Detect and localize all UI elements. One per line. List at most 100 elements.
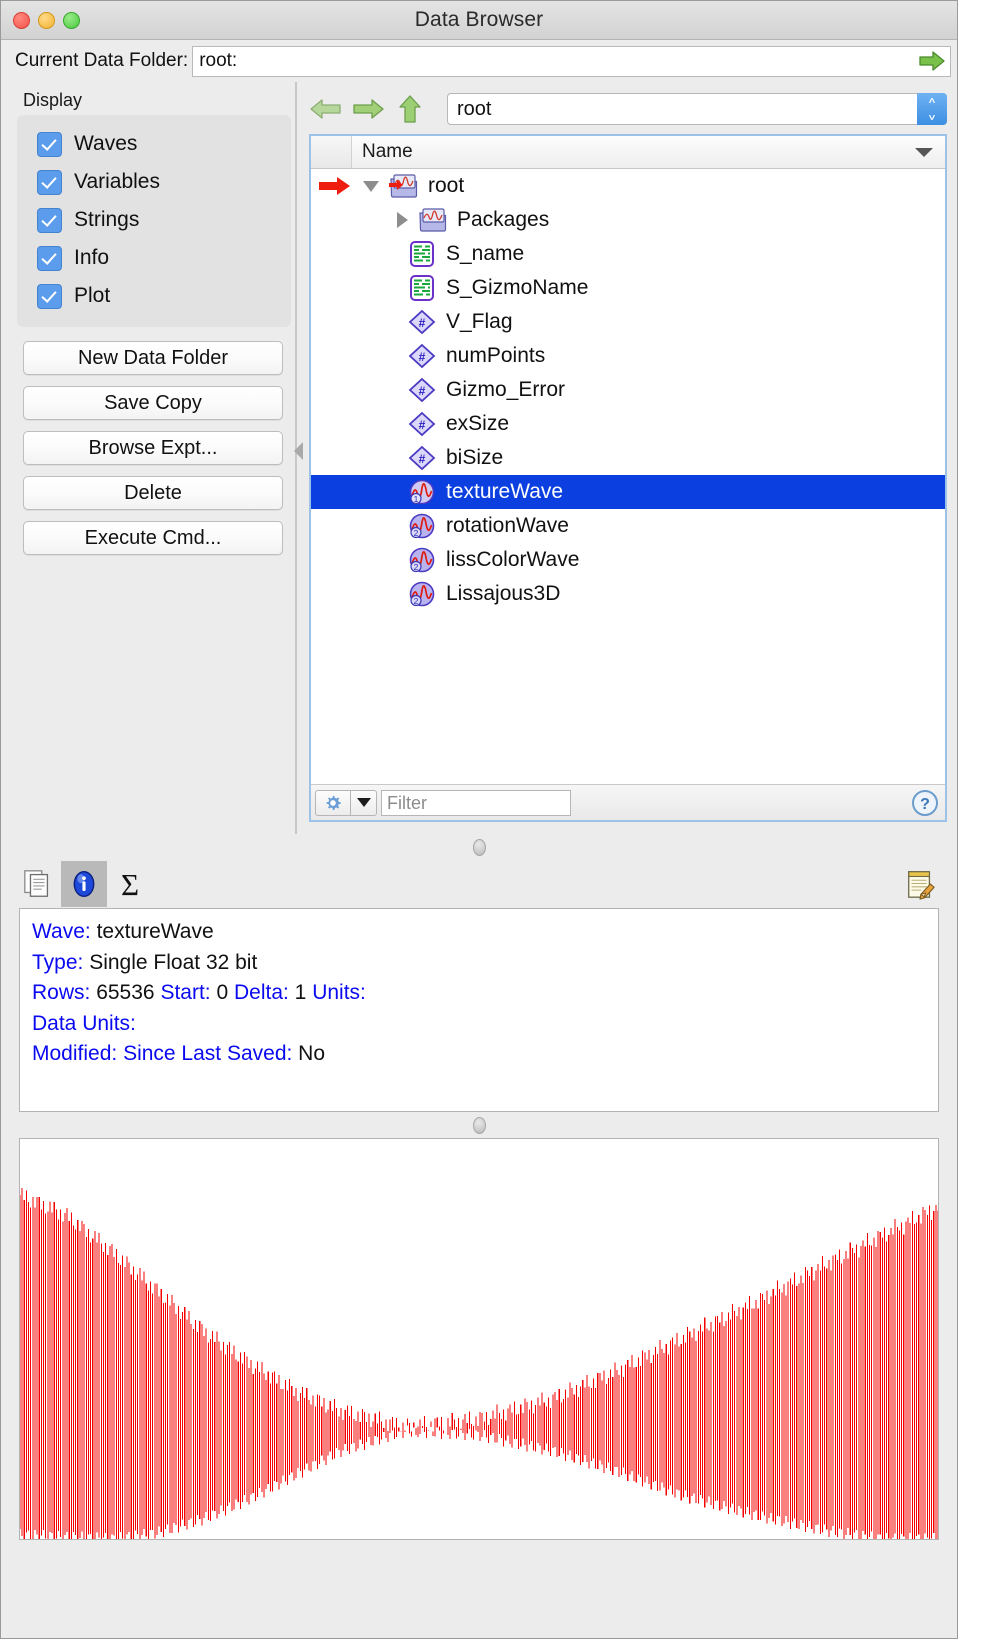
info-key-delta: Delta: [233,981,289,1004]
disclosure-triangle-packages[interactable] [397,212,408,228]
info-key-type: Type: [32,950,84,974]
vertical-splitter-knob[interactable] [294,442,303,460]
string-icon [407,275,437,301]
wave-plot-panel[interactable] [19,1138,939,1540]
save-copy-button[interactable]: Save Copy [23,386,283,420]
data-browser-window: Data Browser Current Data Folder: root: … [0,0,958,1639]
tree-row-gizmo-error[interactable]: # Gizmo_Error [311,373,945,407]
info-line-rows: Rows: 65536 Start: 0 Delta: 1 Units: [32,978,926,1009]
variable-icon: # [407,309,437,335]
gear-icon[interactable] [315,789,351,816]
execute-cmd-button[interactable]: Execute Cmd... [23,521,283,555]
checkbox-row-plot[interactable]: Plot [17,277,291,315]
forward-arrow-icon[interactable] [351,94,385,124]
tree-row-root[interactable]: root [311,169,945,203]
checkbox-strings[interactable] [37,207,62,233]
tree-row-label: lissColorWave [446,548,580,571]
checkbox-row-info[interactable]: Info [17,239,291,277]
sort-descending-caret-icon[interactable] [915,148,933,157]
tree-row-label: Lissajous3D [446,582,561,605]
info-line-data-units: Data Units: [32,1009,926,1040]
tree-row-exsize[interactable]: # exSize [311,407,945,441]
pages-icon[interactable] [15,861,61,907]
new-data-folder-button[interactable]: New Data Folder [23,341,283,375]
checkbox-row-variables[interactable]: Variables [17,163,291,201]
disclosure-triangle-root[interactable] [363,180,379,192]
info-toolbar: Σ [1,860,957,908]
tree-row-lissajous3d[interactable]: 2 Lissajous3D [311,577,945,611]
svg-text:#: # [419,350,426,364]
checkbox-plot[interactable] [37,283,62,309]
info-key-units: Units: [312,981,366,1004]
wave-2d-icon: 2 [407,547,437,573]
info-value-rows: 65536 [90,981,161,1004]
notepad-pencil-icon[interactable] [897,861,943,907]
browser-panel: root ^ ^ Name root Packages S_name S_Giz… [297,82,957,834]
delete-button[interactable]: Delete [23,476,283,510]
wave-dim-badge: 2 [414,562,419,572]
path-combo-box[interactable]: root ^ ^ [447,93,947,125]
checkbox-label-plot: Plot [74,284,111,307]
tree-row-label: S_GizmoName [446,276,589,299]
current-folder-marker-icon [319,176,351,196]
variable-icon: # [407,343,437,369]
action-button-stack: New Data Folder Save Copy Browse Expt...… [17,341,291,555]
wave-1d-icon: 1 [407,479,437,505]
display-group-label: Display [23,90,83,110]
wave-info-panel[interactable]: Wave: textureWave Type: Single Float 32 … [19,908,939,1112]
tree-row-texturewave[interactable]: 1 textureWave [311,475,945,509]
data-folder-current-icon [389,173,419,199]
tree-rows[interactable]: root Packages S_name S_GizmoName # V_Fla… [311,169,945,784]
plot-background [20,1139,938,1539]
info-value-delta: 1 [288,981,313,1004]
filter-bar: Filter ? [311,784,945,820]
tree-row-label: Gizmo_Error [446,378,566,401]
checkbox-label-info: Info [74,246,110,269]
tree-row-packages[interactable]: Packages [311,203,945,237]
info-key-since-last-saved: Since Last Saved: [123,1042,293,1065]
horizontal-splitter-top[interactable] [1,834,957,860]
tree-row-bisize[interactable]: # biSize [311,441,945,475]
current-data-folder-field[interactable]: root: [192,45,951,77]
info-line-wave: Wave: textureWave [32,917,926,948]
svg-text:#: # [419,316,426,330]
filter-input[interactable]: Filter [381,789,571,816]
info-circle-icon[interactable] [61,861,107,907]
checkbox-variables[interactable] [37,169,62,195]
browse-expt-button[interactable]: Browse Expt... [23,431,283,465]
checkbox-waves[interactable] [37,131,62,157]
tree-row-rotationwave[interactable]: 2 rotationWave [311,509,945,543]
vertical-splitter[interactable] [294,82,303,834]
tree-row-label: S_name [446,242,525,265]
checkbox-row-strings[interactable]: Strings [17,201,291,239]
help-question-icon[interactable]: ? [911,789,939,817]
path-value: root [457,97,492,120]
chevron-down-icon[interactable] [351,789,377,816]
green-right-arrow-icon[interactable] [919,50,945,72]
checkbox-label-variables: Variables [74,170,160,193]
tree-row-s-gizmoname[interactable]: S_GizmoName [311,271,945,305]
tree-column-header[interactable]: Name [311,136,945,169]
back-arrow-icon[interactable] [309,94,343,124]
checkbox-row-waves[interactable]: Waves [17,125,291,163]
tree-row-v-flag[interactable]: # V_Flag [311,305,945,339]
tree-row-lisscolorwave[interactable]: 2 lissColorWave [311,543,945,577]
string-icon [407,241,437,267]
tree-row-numpoints[interactable]: # numPoints [311,339,945,373]
checkbox-label-strings: Strings [74,208,140,231]
horizontal-splitter-knob-2[interactable] [472,1116,486,1134]
sigma-icon[interactable]: Σ [107,861,153,907]
tree-row-label: exSize [446,412,510,435]
up-arrow-icon[interactable] [393,94,427,124]
horizontal-splitter-bottom[interactable] [1,1112,957,1138]
info-key-rows: Rows: [32,981,91,1004]
stepper-updown-icon[interactable]: ^ ^ [917,93,947,125]
horizontal-splitter-knob[interactable] [472,838,486,856]
left-panel: Display Waves Variables Strings Info Plo… [1,82,303,834]
info-value-start: 0 [210,981,234,1004]
checkbox-label-waves: Waves [74,132,138,155]
tree-row-s-name[interactable]: S_name [311,237,945,271]
checkbox-info[interactable] [37,245,62,271]
wave-dim-badge: 2 [414,528,419,538]
wave-plot-svg [20,1139,938,1539]
